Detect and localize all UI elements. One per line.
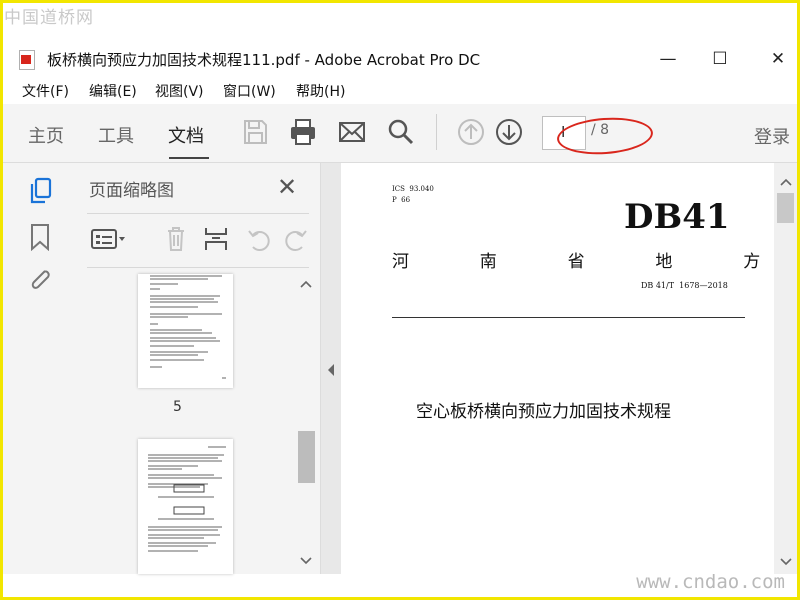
collapse-left-icon <box>328 364 334 376</box>
maximize-button[interactable]: ☐ <box>705 46 735 72</box>
thumbnails-panel: 页面缩略图 ✕ 5 <box>69 163 321 574</box>
tab-document[interactable]: 文档 <box>168 122 204 148</box>
print-icon[interactable] <box>288 117 318 147</box>
thumbnail-page-number: 5 <box>173 399 182 415</box>
scroll-up-arrow-icon[interactable] <box>779 177 793 187</box>
thumbnail-options-icon[interactable] <box>89 225 129 253</box>
page-thumbnails-icon[interactable] <box>29 177 53 205</box>
rotate-clockwise-icon[interactable] <box>284 225 310 253</box>
navigation-pane-strip <box>3 163 70 574</box>
insert-page-icon[interactable] <box>203 225 229 253</box>
attachment-icon[interactable] <box>27 265 53 293</box>
rotate-counterclockwise-icon[interactable] <box>245 225 273 253</box>
scroll-down-arrow-icon[interactable] <box>299 556 313 566</box>
menu-help[interactable]: 帮助(H) <box>296 81 345 101</box>
thumbnail-content <box>148 446 226 552</box>
main-toolbar: 主页 工具 文档 I / 8 登录 <box>3 104 797 163</box>
close-button[interactable]: ✕ <box>763 46 793 72</box>
active-tab-indicator <box>169 157 209 159</box>
document-title: 空心板桥横向预应力加固技术规程 <box>416 402 671 422</box>
panel-separator <box>87 213 309 214</box>
panel-title: 页面缩略图 <box>89 181 174 201</box>
bookmark-icon[interactable] <box>29 223 51 251</box>
scroll-up-arrow-icon[interactable] <box>299 279 313 289</box>
minimize-button[interactable]: — <box>653 46 683 72</box>
screenshot-frame: 中国道桥网 板桥横向预应力加固技术规程111.pdf - Adobe Acrob… <box>0 0 800 600</box>
standard-header: 河 南 省 地 方 标 准 <box>392 252 781 272</box>
header-rule <box>392 317 745 318</box>
menu-edit[interactable]: 编辑(E) <box>89 81 137 101</box>
watermark-top: 中国道桥网 <box>4 8 94 28</box>
tab-tools[interactable]: 工具 <box>98 122 134 148</box>
pane-collapse-handle[interactable] <box>321 163 341 574</box>
pdf-file-icon <box>19 50 35 70</box>
page-up-icon[interactable] <box>456 117 486 147</box>
thumbnail-scrollbar-thumb[interactable] <box>298 431 315 483</box>
thumbnail-page[interactable] <box>138 274 233 388</box>
ccs-code: P 66 <box>392 196 411 204</box>
title-bar: 板桥横向预应力加固技术规程111.pdf - Adobe Acrobat Pro… <box>3 41 797 81</box>
ics-code: ICS 93.040 <box>392 185 434 193</box>
toolbar-divider <box>436 114 437 150</box>
scroll-down-arrow-icon[interactable] <box>779 557 793 567</box>
document-view[interactable]: ICS 93.040 P 66 DB41 河 南 省 地 方 标 准 DB 41… <box>341 163 774 574</box>
document-scrollbar[interactable] <box>774 163 797 574</box>
search-icon[interactable] <box>386 117 416 147</box>
thumbnail-content <box>150 275 226 379</box>
menu-window[interactable]: 窗口(W) <box>223 81 276 101</box>
menu-file[interactable]: 文件(F) <box>22 81 69 101</box>
tab-home[interactable]: 主页 <box>28 122 64 148</box>
standard-code: DB41 <box>624 197 730 237</box>
page-down-icon[interactable] <box>494 117 524 147</box>
panel-close-button[interactable]: ✕ <box>277 173 297 201</box>
window-title: 板桥横向预应力加固技术规程111.pdf - Adobe Acrobat Pro… <box>47 51 481 69</box>
delete-page-icon[interactable] <box>164 225 188 253</box>
standard-number: DB 41/T 1678—2018 <box>641 281 728 290</box>
save-icon[interactable] <box>240 117 270 147</box>
menu-view[interactable]: 视图(V) <box>155 81 204 101</box>
thumbnail-page[interactable] <box>138 439 233 574</box>
document-scrollbar-thumb[interactable] <box>777 193 794 223</box>
watermark-bottom: www.cndao.com <box>636 571 785 593</box>
login-button[interactable]: 登录 <box>754 123 790 149</box>
panel-separator <box>87 267 309 268</box>
email-icon[interactable] <box>337 117 367 147</box>
